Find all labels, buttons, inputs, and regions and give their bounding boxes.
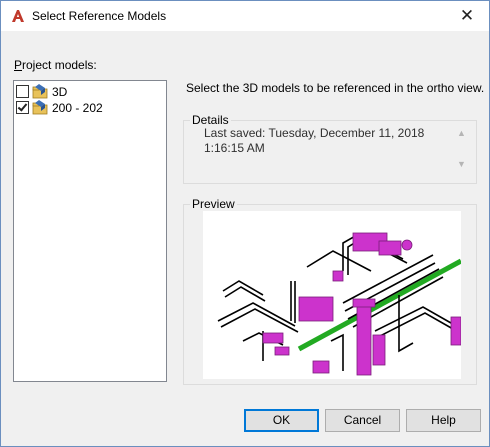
close-button[interactable]: ✕ [445, 1, 489, 31]
details-text: Last saved: Tuesday, December 11, 2018 1… [204, 126, 425, 155]
instruction-text: Select the 3D models to be referenced in… [186, 81, 485, 95]
title-bar: Select Reference Models ✕ [1, 1, 489, 31]
tree-item-label: 3D [52, 85, 68, 99]
details-label: Details [190, 113, 231, 127]
model-preview-image [217, 232, 463, 376]
project-models-label: Project models: [14, 58, 97, 72]
preview-label: Preview [190, 197, 237, 211]
close-icon: ✕ [459, 6, 475, 25]
window-title: Select Reference Models [32, 9, 167, 23]
checkbox-200-202[interactable] [16, 101, 29, 114]
autocad-a-icon [12, 10, 24, 22]
preview-canvas [203, 211, 463, 379]
tree-item-label: 200 - 202 [52, 101, 103, 115]
scroll-down-icon[interactable]: ▼ [457, 159, 466, 169]
model-folder-icon [32, 100, 48, 115]
select-reference-models-dialog: Select Reference Models ✕ Project models… [0, 0, 490, 447]
project-models-tree[interactable]: 3D 200 - 202 [13, 80, 167, 382]
cancel-button[interactable]: Cancel [325, 409, 400, 432]
help-button[interactable]: Help [406, 409, 481, 432]
ok-button[interactable]: OK [244, 409, 319, 432]
model-folder-icon [32, 84, 48, 99]
scroll-up-icon[interactable]: ▲ [457, 128, 466, 138]
checkbox-3d[interactable] [16, 85, 29, 98]
